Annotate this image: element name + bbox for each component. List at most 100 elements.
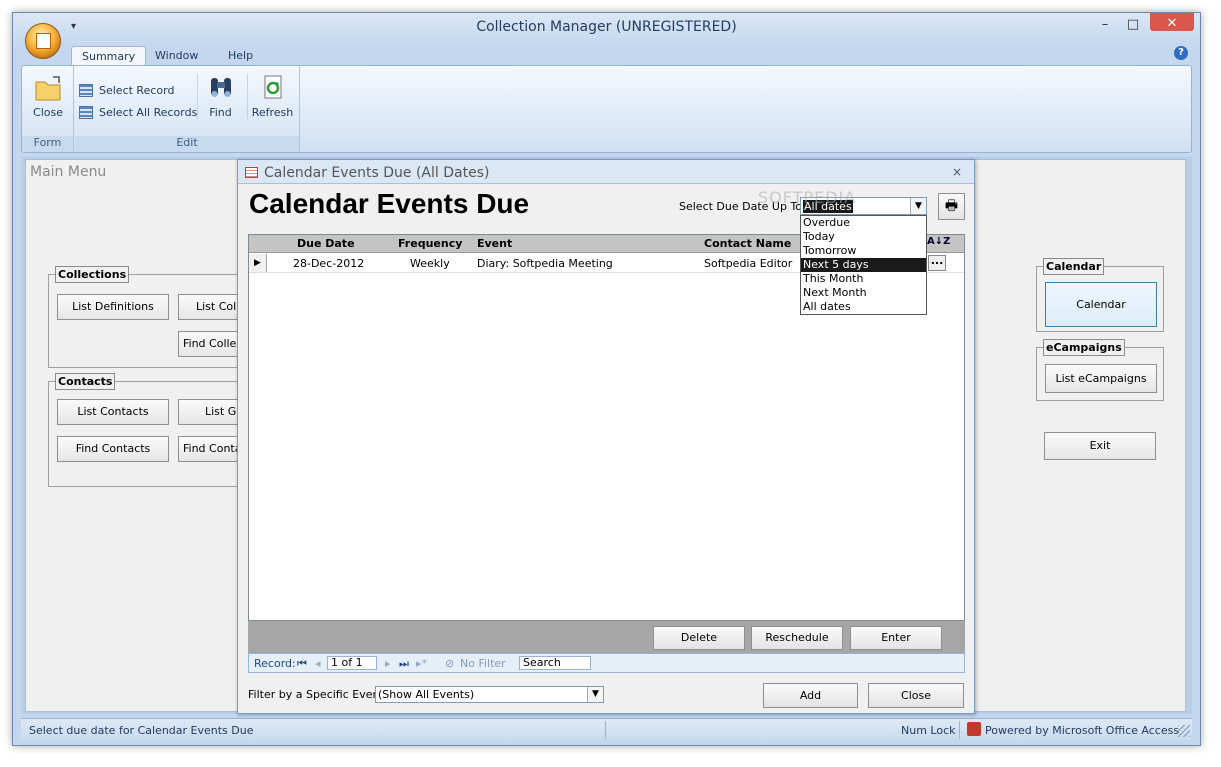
minimize-button[interactable]: – xyxy=(1092,17,1118,35)
option-this-month[interactable]: This Month xyxy=(801,272,926,286)
chevron-down-icon[interactable]: ▼ xyxy=(910,198,926,214)
dialog-heading: Calendar Events Due xyxy=(249,188,530,219)
filter-event-label: Filter by a Specific Event: xyxy=(248,688,388,701)
form-icon xyxy=(245,167,258,178)
refresh-button[interactable]: Refresh xyxy=(247,74,297,119)
search-input[interactable]: Search xyxy=(519,656,591,670)
main-menu-title: Main Menu xyxy=(30,164,107,180)
record-position-input[interactable]: 1 of 1 xyxy=(327,656,377,670)
grid-footer: Delete Reschedule Enter xyxy=(248,621,965,653)
close-dialog-button[interactable]: Close xyxy=(868,683,964,708)
no-filter-icon[interactable]: ⊘ xyxy=(445,657,454,670)
select-all-records-button[interactable]: Select All Records xyxy=(79,104,197,122)
cell-contact-name: Softpedia Editor xyxy=(704,257,793,270)
ribbon-group-form: Close Form xyxy=(22,66,74,152)
powered-by-text: Powered by Microsoft Office Access xyxy=(985,724,1180,737)
ecampaigns-label: eCampaigns xyxy=(1043,339,1125,356)
ribbon-tabs: Summary Window Help xyxy=(13,43,1200,66)
window-close-button[interactable]: ✕ xyxy=(1150,13,1194,31)
refresh-icon xyxy=(258,74,288,102)
collections-group: Collections List Definitions List Colle … xyxy=(48,266,258,368)
reschedule-button[interactable]: Reschedule xyxy=(751,626,843,650)
form-group-label: Form xyxy=(22,136,73,152)
printer-icon: 🖶 xyxy=(944,198,959,214)
list-contacts-button[interactable]: List Contacts xyxy=(57,399,169,425)
option-next-month[interactable]: Next Month xyxy=(801,286,926,300)
cell-event: Diary: Softpedia Meeting xyxy=(477,257,613,270)
ecampaigns-group: eCampaigns List eCampaigns xyxy=(1036,339,1164,401)
list-ecampaigns-button[interactable]: List eCampaigns xyxy=(1045,364,1157,393)
num-lock-indicator: Num Lock xyxy=(901,724,956,737)
collections-label: Collections xyxy=(55,266,130,283)
status-bar: Select due date for Calendar Events Due … xyxy=(21,718,1192,740)
find-label: Find xyxy=(209,106,232,119)
select-record-icon xyxy=(79,84,93,97)
delete-button[interactable]: Delete xyxy=(653,626,745,650)
maximize-button[interactable]: □ xyxy=(1120,17,1146,35)
calendar-label: Calendar xyxy=(1043,258,1105,275)
next-record-icon[interactable]: ▸ xyxy=(385,657,391,670)
last-record-icon[interactable]: ⏭ xyxy=(399,657,409,671)
dialog-title: Calendar Events Due (All Dates) xyxy=(264,165,490,181)
select-all-records-label: Select All Records xyxy=(99,106,198,119)
chevron-down-icon[interactable]: ▼ xyxy=(587,687,603,702)
find-button[interactable]: Find xyxy=(197,74,243,119)
dialog-close-icon[interactable]: × xyxy=(952,165,962,179)
new-record-icon[interactable]: ▸* xyxy=(416,657,427,670)
binoculars-icon xyxy=(206,74,236,102)
office-logo-icon xyxy=(36,33,51,49)
tab-summary[interactable]: Summary xyxy=(71,46,147,66)
option-overdue[interactable]: Overdue xyxy=(801,216,926,230)
option-today[interactable]: Today xyxy=(801,230,926,244)
record-label: Record: xyxy=(254,657,296,670)
filter-event-value: (Show All Events) xyxy=(378,688,475,701)
tab-help[interactable]: Help xyxy=(218,46,263,66)
contacts-group: Contacts List Contacts List Gro Find Con… xyxy=(48,373,258,487)
print-button[interactable]: 🖶 xyxy=(938,193,965,220)
option-next-5-days[interactable]: Next 5 days xyxy=(801,258,926,272)
window-title: Collection Manager (UNREGISTERED) xyxy=(476,19,737,35)
filter-event-combo[interactable]: (Show All Events) ▼ xyxy=(375,686,604,703)
status-divider-2 xyxy=(959,721,960,739)
tab-window[interactable]: Window xyxy=(145,46,208,66)
select-record-button[interactable]: Select Record xyxy=(79,82,174,100)
ribbon-group-edit: Select Record Select All Records Find Re… xyxy=(75,66,300,152)
calendar-button[interactable]: Calendar xyxy=(1045,282,1157,327)
row-details-button[interactable]: ... xyxy=(928,255,946,271)
no-filter-button[interactable]: No Filter xyxy=(460,657,506,670)
add-button[interactable]: Add xyxy=(763,683,858,708)
find-contacts-button[interactable]: Find Contacts xyxy=(57,436,169,462)
select-all-records-icon xyxy=(79,106,93,119)
col-due-date[interactable]: Due Date xyxy=(297,237,355,250)
cell-frequency: Weekly xyxy=(410,257,450,270)
dialog-title-bar: Calendar Events Due (All Dates) × xyxy=(238,160,974,184)
option-tomorrow[interactable]: Tomorrow xyxy=(801,244,926,258)
close-form-label: Close xyxy=(33,106,63,119)
refresh-label: Refresh xyxy=(251,106,294,119)
contacts-label: Contacts xyxy=(55,373,116,390)
edit-group-label: Edit xyxy=(75,136,299,152)
status-divider xyxy=(605,721,606,739)
ribbon: Close Form Select Record Select All Reco… xyxy=(21,65,1192,153)
status-message: Select due date for Calendar Events Due xyxy=(29,724,254,737)
option-all-dates[interactable]: All dates xyxy=(801,300,926,314)
cell-due-date: 28-Dec-2012 xyxy=(293,257,365,270)
prev-record-icon[interactable]: ◂ xyxy=(315,657,321,670)
exit-button[interactable]: Exit xyxy=(1044,432,1156,460)
resize-grip-icon[interactable] xyxy=(1178,725,1190,737)
col-event[interactable]: Event xyxy=(477,237,512,250)
list-definitions-button[interactable]: List Definitions xyxy=(57,294,169,320)
sort-az-icon[interactable]: A↓Z xyxy=(927,236,950,247)
due-date-dropdown-list: Overdue Today Tomorrow Next 5 days This … xyxy=(800,215,927,315)
col-contact-name[interactable]: Contact Name xyxy=(704,237,791,250)
first-record-icon[interactable]: ⏮ xyxy=(297,657,307,671)
office-button[interactable] xyxy=(25,23,61,59)
title-bar: ▾ Collection Manager (UNREGISTERED) – □ … xyxy=(13,13,1200,43)
enter-button[interactable]: Enter xyxy=(850,626,942,650)
folder-close-icon xyxy=(33,74,63,102)
col-frequency[interactable]: Frequency xyxy=(398,237,462,250)
help-icon[interactable]: ? xyxy=(1174,46,1188,60)
access-logo-icon xyxy=(967,722,981,736)
close-form-button[interactable]: Close xyxy=(27,74,69,119)
calendar-group: Calendar Calendar xyxy=(1036,258,1164,332)
